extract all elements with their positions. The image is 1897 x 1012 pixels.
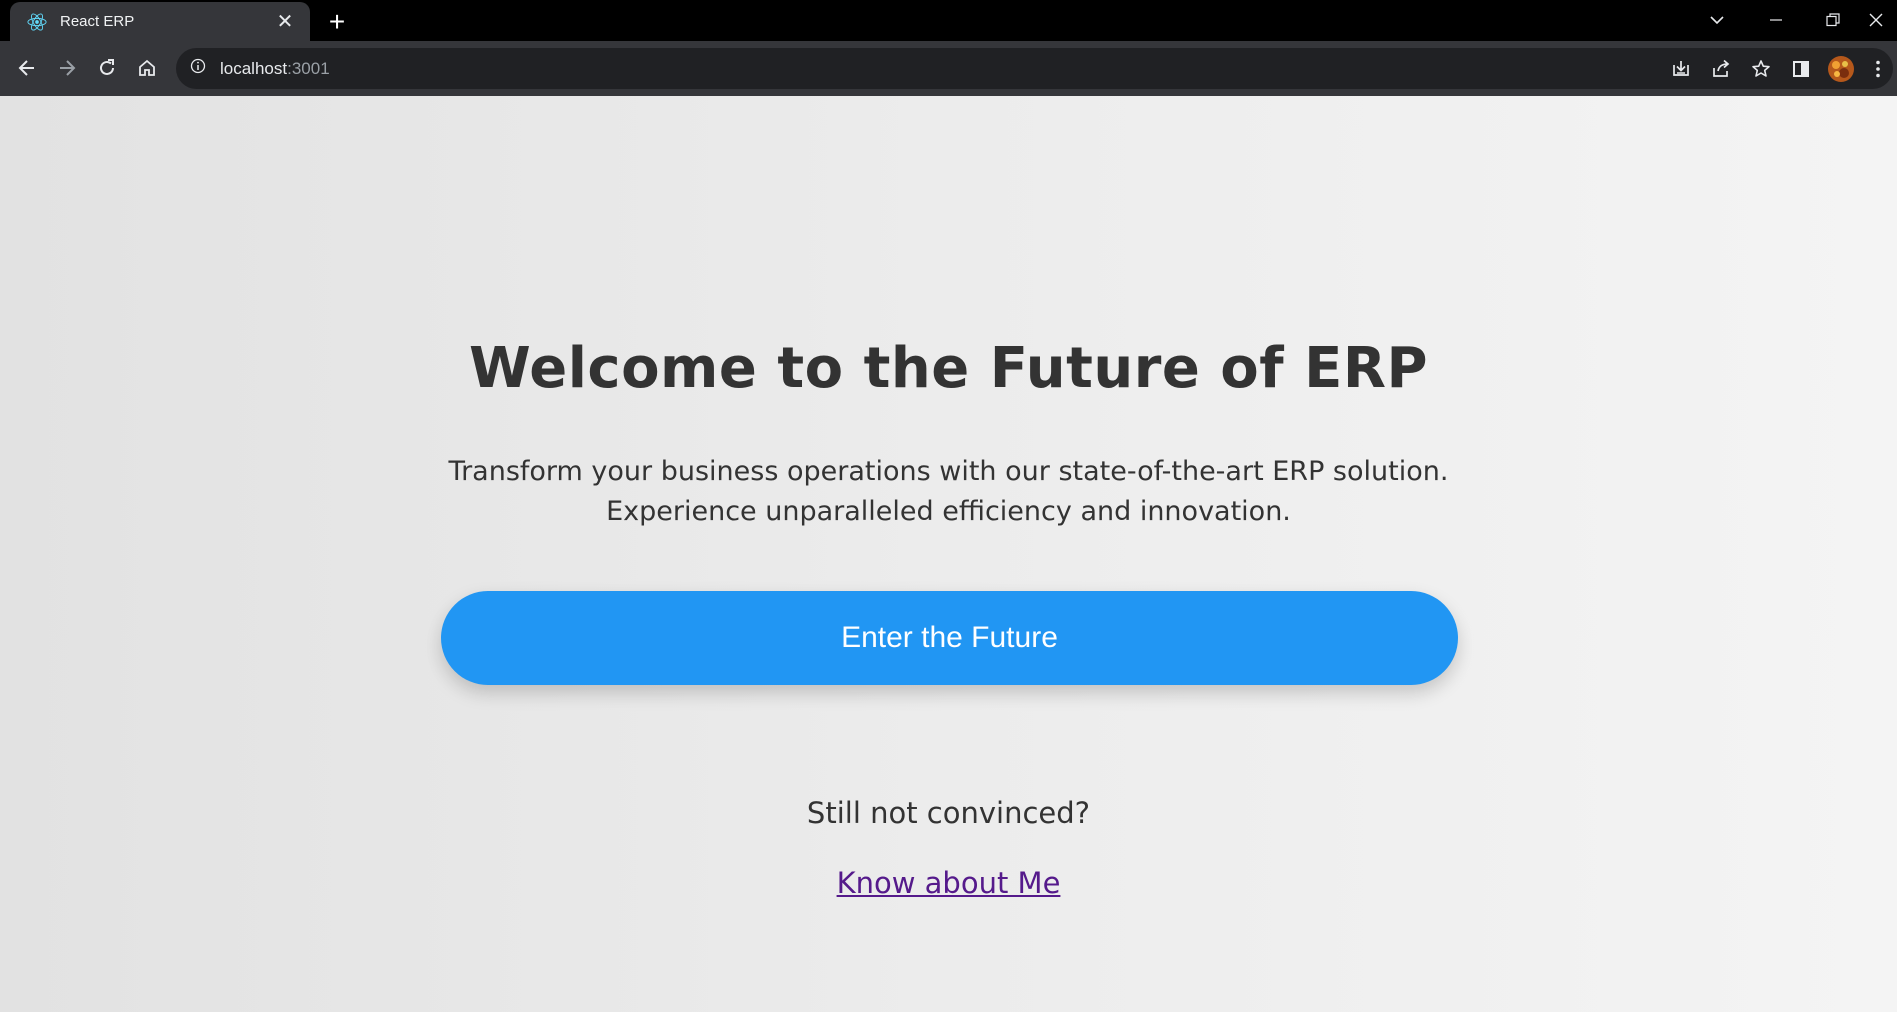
- url-port: :3001: [287, 58, 330, 78]
- profile-avatar[interactable]: [1824, 52, 1858, 86]
- react-logo-icon: [26, 11, 48, 33]
- page-viewport: Welcome to the Future of ERP Transform y…: [0, 96, 1897, 1012]
- forward-arrow-icon[interactable]: [50, 51, 84, 85]
- more-menu-icon[interactable]: [1866, 52, 1890, 86]
- url-text[interactable]: localhost:3001: [220, 59, 330, 79]
- side-panel-icon[interactable]: [1784, 52, 1818, 86]
- share-icon[interactable]: [1704, 52, 1738, 86]
- new-tab-button[interactable]: +: [322, 6, 352, 37]
- still-not-convinced-text: Still not convinced?: [806, 796, 1091, 830]
- close-tab-icon[interactable]: ✕: [274, 11, 296, 33]
- address-bar[interactable]: localhost:3001: [176, 48, 1893, 89]
- about-link-container: Know about Me: [0, 866, 1897, 900]
- back-arrow-icon[interactable]: [10, 51, 44, 85]
- subtitle-line-2: Experience unparalleled efficiency and i…: [606, 496, 1291, 527]
- reload-icon[interactable]: [90, 51, 124, 85]
- bookmark-star-icon[interactable]: [1744, 52, 1778, 86]
- know-about-me-link[interactable]: Know about Me: [837, 866, 1061, 900]
- page-title: Welcome to the Future of ERP: [468, 336, 1429, 401]
- tab-search-chevron-icon[interactable]: [1697, 4, 1737, 36]
- install-app-icon[interactable]: [1664, 52, 1698, 86]
- page-subtitle: Transform your business operations with …: [0, 452, 1897, 532]
- site-info-icon[interactable]: [190, 58, 206, 79]
- subtitle-line-1: Transform your business operations with …: [448, 456, 1449, 487]
- browser-tab[interactable]: React ERP ✕: [10, 2, 310, 41]
- home-icon[interactable]: [130, 51, 164, 85]
- restore-window-icon[interactable]: [1813, 4, 1853, 36]
- url-host: localhost: [220, 58, 288, 78]
- enter-the-future-button[interactable]: Enter the Future: [441, 591, 1458, 685]
- tab-title: React ERP: [60, 13, 135, 30]
- minimize-window-icon[interactable]: [1756, 4, 1796, 36]
- close-window-icon[interactable]: [1868, 4, 1897, 36]
- browser-toolbar: localhost:3001: [0, 41, 1897, 96]
- tab-strip: React ERP ✕ +: [0, 0, 1897, 41]
